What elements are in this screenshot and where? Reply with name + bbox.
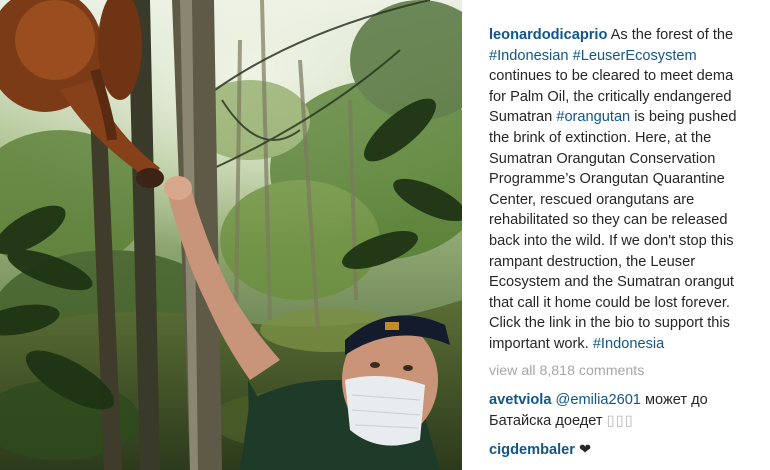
comment: cigdembaler ❤ [489, 440, 770, 461]
caption-text: important work. [489, 335, 593, 352]
post-author-username[interactable]: leonardodicaprio [489, 27, 607, 43]
comment-line: avetviola @emilia2601 может до [489, 390, 770, 411]
caption-line: continues to be cleared to meet dema [489, 68, 734, 85]
caption-text: Sumatran [489, 109, 557, 126]
view-all-comments-link[interactable]: view all 8,818 comments [489, 363, 644, 379]
caption-line: rehabilitated so they can be released [489, 212, 728, 229]
hashtag-link[interactable]: #Indonesian [489, 48, 569, 64]
comment: avetviola @emilia2601 может до Батайска … [489, 390, 770, 431]
mention-link[interactable]: @emilia2601 [556, 392, 641, 408]
caption-text: is being pushed [630, 109, 737, 126]
caption-line: Sumatran #orangutan is being pushed [489, 107, 770, 128]
caption-line: important work. #Indonesia [489, 334, 770, 355]
caption-line: Sumatran Orangutan Conservation [489, 150, 716, 167]
caption-line: Center, rescued orangutans are [489, 191, 695, 208]
comment-text: Батайска доедет [489, 412, 607, 429]
post-photo[interactable] [0, 0, 462, 470]
instagram-post: leonardodicaprio As the forest of the #I… [0, 0, 770, 470]
caption-line: back into the wild. If we don't stop thi… [489, 232, 734, 249]
caption-line: that call it home could be lost forever. [489, 294, 730, 311]
post-details-panel: leonardodicaprio As the forest of the #I… [462, 0, 770, 470]
caption-text: As the forest of the [607, 27, 734, 43]
post-caption: leonardodicaprio As the forest of the #I… [489, 25, 770, 355]
caption-line: the brink of extinction. Here, at the [489, 129, 712, 146]
hashtag-link[interactable]: #Indonesia [593, 336, 664, 352]
hashtag-link[interactable]: #LeuserEcosystem [573, 48, 697, 64]
comment-text: может до [640, 392, 708, 408]
comment-line: Батайска доедет ▯▯▯ [489, 411, 770, 432]
unrendered-emoji-glyphs: ▯▯▯ [606, 412, 634, 429]
caption-line: for Palm Oil, the critically endangered [489, 88, 732, 105]
comment-username[interactable]: cigdembaler [489, 442, 575, 458]
caption-line: Click the link in the bio to support thi… [489, 315, 730, 332]
hashtag-link[interactable]: #orangutan [556, 109, 630, 125]
comment-text: ❤ [574, 442, 592, 458]
caption-line: Ecosystem and the Sumatran orangut [489, 274, 734, 291]
caption-line: rampant destruction, the Leuser [489, 253, 696, 270]
caption-line: leonardodicaprio As the forest of the [489, 25, 770, 46]
comment-username[interactable]: avetviola [489, 392, 551, 408]
caption-line: Programme’s Orangutan Quarantine [489, 171, 725, 188]
jungle-photo-illustration [0, 0, 462, 470]
comment-line: cigdembaler ❤ [489, 440, 770, 461]
caption-line: #Indonesian #LeuserEcosystem [489, 46, 770, 67]
